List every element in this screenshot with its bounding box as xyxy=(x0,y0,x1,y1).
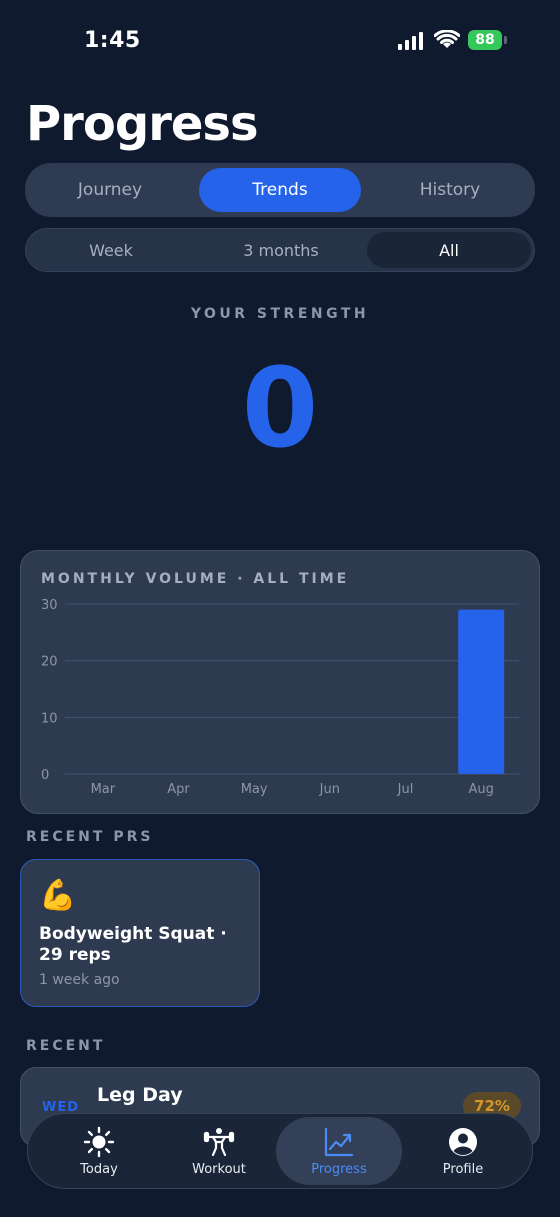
tab-today[interactable]: Today xyxy=(36,1114,162,1188)
weightlifter-icon xyxy=(203,1127,235,1156)
y-tick-label: 0 xyxy=(41,768,49,783)
y-tick-label: 30 xyxy=(41,598,58,613)
battery-icon: 88 xyxy=(468,30,508,52)
range-week[interactable]: Week xyxy=(26,229,196,271)
tab-progress-label: Progress xyxy=(311,1161,367,1177)
y-tick-label: 10 xyxy=(41,711,58,726)
x-tick-label: Jul xyxy=(397,782,414,797)
recent-label: RECENT xyxy=(26,1038,106,1054)
person-circle-icon xyxy=(449,1127,477,1156)
status-time: 1:45 xyxy=(84,28,141,53)
range-3-months[interactable]: 3 months xyxy=(196,229,366,271)
tab-journey[interactable]: Journey xyxy=(25,163,195,217)
x-tick-label: Jun xyxy=(319,782,340,797)
page-title: Progress xyxy=(26,96,259,152)
monthly-volume-chart: 0 10 20 30 Mar Apr May Jun Jul Aug xyxy=(41,598,519,797)
x-tick-label: Aug xyxy=(468,782,493,797)
tab-progress[interactable]: Progress xyxy=(276,1117,402,1185)
x-tick-label: Mar xyxy=(91,782,116,797)
range-all[interactable]: All xyxy=(367,232,531,268)
strength-value: 0 xyxy=(241,344,319,472)
x-tick-label: Apr xyxy=(167,782,190,797)
tab-workout-label: Workout xyxy=(192,1161,246,1177)
tab-profile-label: Profile xyxy=(442,1161,484,1177)
tab-history[interactable]: History xyxy=(365,163,535,217)
monthly-volume-card: MONTHLY VOLUME · ALL TIME 0 10 20 30 Mar Apr M… xyxy=(20,550,540,814)
main-tabs: Journey Trends History xyxy=(25,163,535,217)
pr-time: 1 week ago xyxy=(39,972,120,988)
tab-trends[interactable]: Trends xyxy=(199,168,361,212)
sun-icon xyxy=(83,1126,115,1157)
pr-card[interactable]: 💪 Bodyweight Squat · 29 reps 1 week ago xyxy=(20,859,260,1007)
tab-profile[interactable]: Profile xyxy=(400,1114,526,1188)
cellular-signal-icon xyxy=(398,32,423,50)
tab-workout[interactable]: Workout xyxy=(156,1114,282,1188)
x-tick-label: May xyxy=(241,782,268,797)
workout-title: Leg Day xyxy=(97,1084,183,1106)
recent-prs-label: RECENT PRS xyxy=(26,829,154,845)
chart-trend-icon xyxy=(324,1127,354,1156)
y-tick-label: 20 xyxy=(41,655,58,670)
flexed-biceps-icon: 💪 xyxy=(39,878,77,913)
pr-title: Bodyweight Squat · 29 reps xyxy=(39,924,227,965)
battery-level: 88 xyxy=(475,32,495,48)
bottom-tab-bar: Today Workout Progress Profile xyxy=(27,1113,533,1189)
wifi-icon xyxy=(434,30,460,48)
strength-label: YOUR STRENGTH xyxy=(190,306,370,322)
status-bar: 1:45 88 xyxy=(0,0,560,82)
tab-today-label: Today xyxy=(80,1161,118,1177)
range-tabs: Week 3 months All xyxy=(25,228,535,272)
bar-aug xyxy=(458,609,505,774)
